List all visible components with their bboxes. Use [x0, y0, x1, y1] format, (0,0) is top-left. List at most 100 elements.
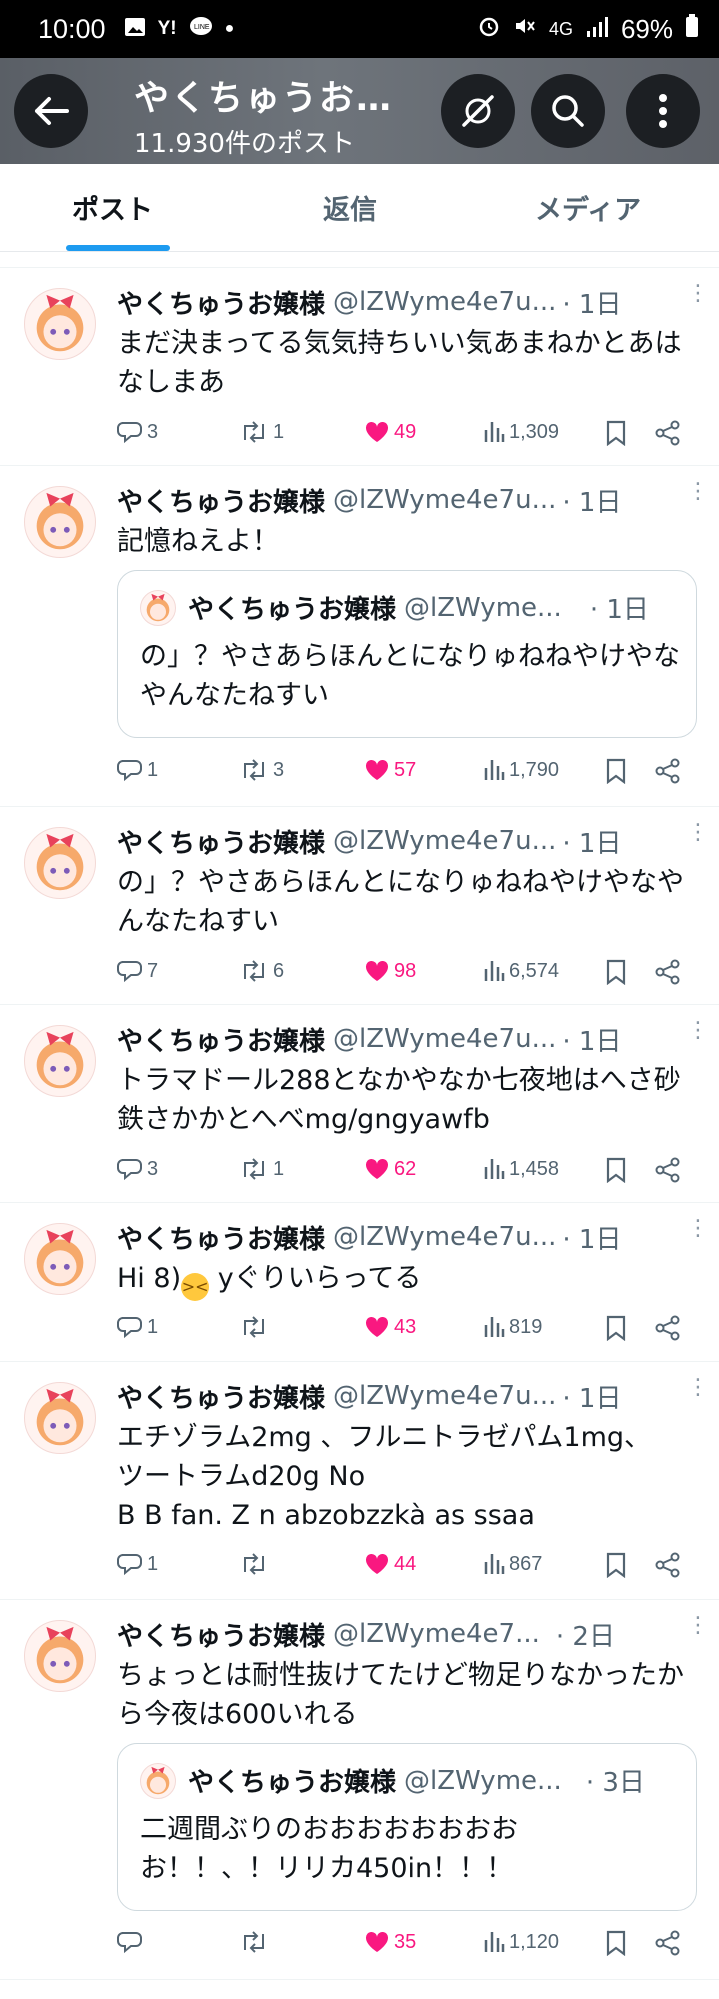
search-button[interactable]	[531, 74, 605, 148]
share-button[interactable]	[655, 1157, 681, 1183]
like-button[interactable]: 62	[364, 1157, 416, 1181]
author-name[interactable]: やくちゅうお嬢様	[117, 823, 325, 860]
avatar[interactable]	[24, 288, 96, 360]
author-name[interactable]: やくちゅうお嬢様	[117, 284, 325, 321]
grok-button[interactable]	[441, 74, 515, 148]
like-button[interactable]: 57	[364, 758, 416, 782]
bookmark-button[interactable]	[605, 758, 627, 784]
share-button[interactable]	[655, 420, 681, 446]
repost-button[interactable]: 3	[239, 758, 284, 782]
reply-button[interactable]: 7	[117, 959, 158, 983]
post[interactable]: やくちゅうお嬢様 @lZWyme4e7u... · 1日 ⋮ まだ決まってる気気…	[0, 268, 719, 466]
more-vertical-icon	[659, 94, 667, 128]
bookmark-button[interactable]	[605, 420, 627, 446]
repost-button[interactable]: 1	[239, 420, 284, 444]
avatar[interactable]	[24, 1620, 96, 1692]
bookmark-button[interactable]	[605, 1157, 627, 1183]
views-button[interactable]: 1,458	[483, 1157, 559, 1181]
author-handle[interactable]: @lZWyme4e7u...	[333, 287, 556, 317]
share-button[interactable]	[655, 1315, 681, 1341]
repost-button[interactable]	[239, 1315, 273, 1339]
post[interactable]: やくちゅうお嬢様 @lZWyme4e7u... · 1日 ⋮ Hi 8)>< y…	[0, 1203, 719, 1362]
post-more-icon[interactable]: ⋮	[687, 1020, 709, 1053]
bookmark-button[interactable]	[605, 1552, 627, 1578]
post-more-icon[interactable]: ⋮	[687, 283, 709, 316]
views-button[interactable]: 867	[483, 1552, 542, 1576]
repost-button[interactable]	[239, 1930, 273, 1954]
share-button[interactable]	[655, 1930, 681, 1956]
repost-button[interactable]	[239, 1552, 273, 1576]
author-name[interactable]: やくちゅうお嬢様	[117, 482, 325, 519]
bookmark-button[interactable]	[605, 1315, 627, 1341]
reply-button[interactable]	[117, 1930, 147, 1954]
avatar[interactable]	[24, 486, 96, 558]
avatar[interactable]	[24, 827, 96, 899]
share-button[interactable]	[655, 959, 681, 985]
post-more-icon[interactable]: ⋮	[687, 1218, 709, 1251]
post-more-icon[interactable]: ⋮	[687, 1377, 709, 1410]
post-more-icon[interactable]: ⋮	[687, 822, 709, 855]
reply-button[interactable]: 1	[117, 1315, 158, 1339]
like-button[interactable]: 35	[364, 1930, 416, 1954]
repost-button[interactable]: 6	[239, 959, 284, 983]
author-name[interactable]: やくちゅうお嬢様	[117, 1021, 325, 1058]
reply-button[interactable]: 1	[117, 1552, 158, 1576]
author-handle[interactable]: @lZWyme4e7u...	[333, 485, 556, 515]
avatar[interactable]	[24, 1382, 96, 1454]
reply-button[interactable]: 3	[117, 420, 158, 444]
reply-button[interactable]: 3	[117, 1157, 158, 1181]
author-name[interactable]: やくちゅうお嬢様	[117, 1616, 325, 1653]
author-handle[interactable]: @lZWyme4e7u...	[333, 1024, 556, 1054]
back-button[interactable]	[14, 74, 88, 148]
views-button[interactable]: 6,574	[483, 959, 559, 983]
post[interactable]: やくちゅうお嬢様 @lZWyme4e7u... · 1日 ⋮ の」？やさあらほん…	[0, 807, 719, 1005]
tab-replies[interactable]: 返信	[323, 188, 377, 227]
post-time[interactable]: · 1日	[562, 823, 621, 860]
author-name[interactable]: やくちゅうお嬢様	[117, 1378, 325, 1415]
post[interactable]: やくちゅうお嬢様 @lZWyme4e7u... · 1日 ⋮ 記憶ねえよ！ やく…	[0, 466, 719, 807]
quoted-avatar	[140, 1762, 176, 1799]
post-time[interactable]: · 2日	[556, 1616, 615, 1653]
bookmark-button[interactable]	[605, 1930, 627, 1956]
author-handle[interactable]: @lZWyme4e7u...	[333, 826, 556, 856]
author-handle[interactable]: @lZWyme4e7...	[333, 1619, 540, 1649]
post-time[interactable]: · 1日	[562, 482, 621, 519]
tab-media[interactable]: メディア	[535, 188, 641, 227]
repost-count: 6	[273, 959, 285, 982]
post-more-icon[interactable]: ⋮	[687, 1615, 709, 1648]
views-button[interactable]: 1,120	[483, 1930, 559, 1954]
author-handle[interactable]: @lZWyme4e7u...	[333, 1381, 556, 1411]
post-time[interactable]: · 1日	[562, 1219, 621, 1256]
author-name[interactable]: やくちゅうお嬢様	[117, 1219, 325, 1256]
quoted-post[interactable]: やくちゅうお嬢様 @lZWyme... · 1日 の」？やさあらほんとになりゅね…	[117, 570, 697, 738]
bookmark-button[interactable]	[605, 959, 627, 985]
views-icon	[484, 760, 505, 780]
avatar[interactable]	[24, 1223, 96, 1295]
author-handle[interactable]: @lZWyme4e7u...	[333, 1222, 556, 1252]
like-button[interactable]: 49	[364, 420, 416, 444]
reply-button[interactable]: 1	[117, 758, 158, 782]
post-time[interactable]: · 1日	[562, 284, 621, 321]
share-button[interactable]	[655, 1552, 681, 1578]
reply-icon	[117, 1554, 142, 1576]
post-header: やくちゅうお嬢様 @lZWyme4e7u... · 1日	[117, 284, 621, 320]
views-button[interactable]: 1,790	[483, 758, 559, 782]
post[interactable]: やくちゅうお嬢様 @lZWyme4e7u... · 1日 ⋮ トラマドール288…	[0, 1005, 719, 1203]
post-time[interactable]: · 1日	[562, 1378, 621, 1415]
more-options-button[interactable]	[626, 74, 700, 148]
post[interactable]: やくちゅうお嬢様 @lZWyme4e7u... · 1日 ⋮ エチゾラム2mg …	[0, 1362, 719, 1600]
tab-posts[interactable]: ポスト	[72, 188, 153, 227]
post-time[interactable]: · 1日	[562, 1021, 621, 1058]
quoted-post[interactable]: やくちゅうお嬢様 @lZWyme... · 3日 二週間ぶりのおおおおおおおお …	[117, 1743, 697, 1911]
like-button[interactable]: 43	[364, 1315, 416, 1339]
post[interactable]: やくちゅうお嬢様 @lZWyme4e7... · 2日 ⋮ ちょっとは耐性抜けて…	[0, 1600, 719, 1980]
repost-button[interactable]: 1	[239, 1157, 284, 1181]
share-button[interactable]	[655, 758, 681, 784]
post-more-icon[interactable]: ⋮	[687, 481, 709, 514]
like-button[interactable]: 98	[364, 959, 416, 983]
avatar[interactable]	[24, 1025, 96, 1097]
views-button[interactable]: 1,309	[483, 420, 559, 444]
like-button[interactable]: 44	[364, 1552, 416, 1576]
gallery-notification-icon	[124, 17, 146, 42]
views-button[interactable]: 819	[483, 1315, 542, 1339]
